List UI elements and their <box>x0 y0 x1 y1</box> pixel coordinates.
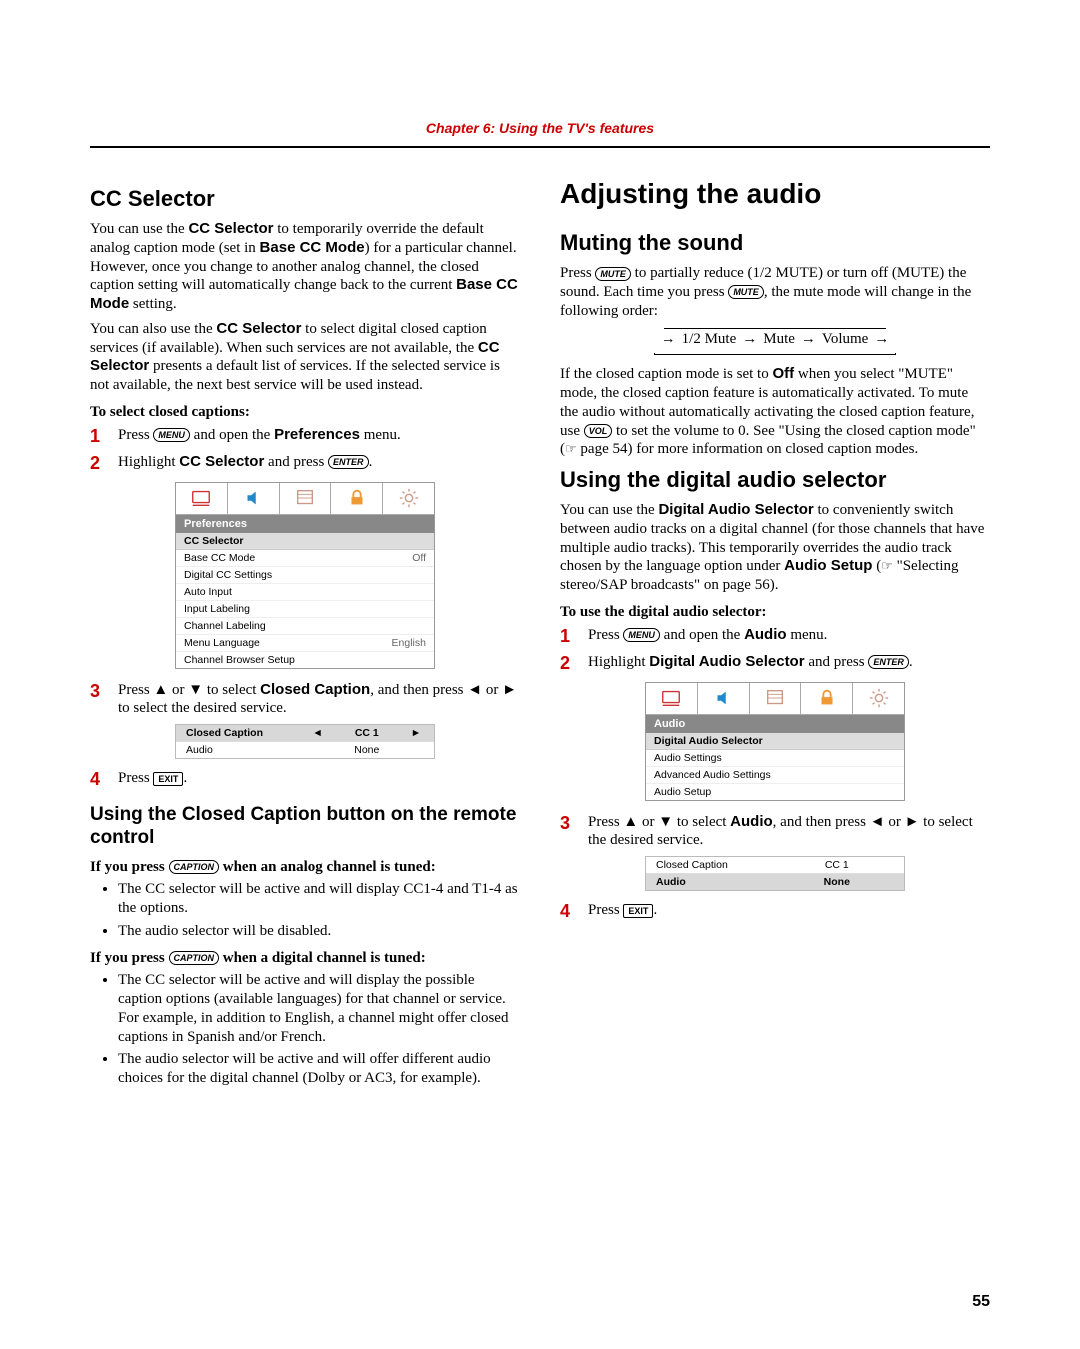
subhead-analog: If you press CAPTION when an analog chan… <box>90 858 520 877</box>
menu-selected-row: CC Selector <box>176 533 434 550</box>
menu-key-icon: MENU <box>153 428 190 442</box>
tab-audio-icon <box>228 483 280 515</box>
left-step-1: 1 Press MENU and open the Preferences me… <box>90 426 520 447</box>
mute-flow-diagram: → 1/2 Mute → Mute → Volume → <box>560 328 990 355</box>
flow-label: 1/2 Mute <box>682 331 737 348</box>
step-number: 4 <box>560 901 588 922</box>
mute-key-icon: MUTE <box>595 267 631 281</box>
tab-app-icon <box>280 483 332 515</box>
audio-strip-ui: Closed Caption CC 1 Audio None <box>645 856 905 891</box>
menu-row: Digital CC Settings <box>176 567 434 584</box>
left-step-2: 2 Highlight CC Selector and press ENTER. <box>90 453 520 474</box>
cc-selector-para1: You can use the CC Selector to temporari… <box>90 220 520 314</box>
menu-row: Channel Browser Setup <box>176 652 434 668</box>
step-number: 4 <box>90 769 118 790</box>
menu-row: Channel Labeling <box>176 618 434 635</box>
right-arrow-icon: ► <box>408 727 424 739</box>
caption-key-icon: CAPTION <box>169 951 220 965</box>
preferences-menu-ui: Preferences CC Selector Base CC ModeOff … <box>175 482 435 669</box>
strip-row: Audio None <box>176 742 434 758</box>
menu-tab-row <box>176 483 434 515</box>
analog-bullets: The CC selector will be active and will … <box>90 880 520 940</box>
exit-key-icon: EXIT <box>623 904 653 918</box>
pointer-icon: ☞ <box>565 441 577 456</box>
menu-heading: Preferences <box>176 515 434 533</box>
right-step-4: 4 Press EXIT. <box>560 901 990 922</box>
step-number: 2 <box>90 453 118 474</box>
pointer-icon: ☞ <box>881 558 893 573</box>
right-step-1: 1 Press MENU and open the Audio menu. <box>560 626 990 647</box>
menu-row: Base CC ModeOff <box>176 550 434 567</box>
heading-cc-selector: CC Selector <box>90 186 520 212</box>
left-arrow-icon: ◄ <box>310 727 326 739</box>
tab-lock-icon <box>801 683 853 715</box>
audio-menu-ui: Audio Digital Audio Selector Audio Setti… <box>645 682 905 801</box>
right-step-3: 3 Press ▲ or ▼ to select Audio, and then… <box>560 813 990 851</box>
menu-row: Menu LanguageEnglish <box>176 635 434 652</box>
step-number: 3 <box>560 813 588 851</box>
right-step-2: 2 Highlight Digital Audio Selector and p… <box>560 653 990 674</box>
digital-bullets: The CC selector will be active and will … <box>90 971 520 1088</box>
tab-setup-icon <box>383 483 434 515</box>
cc-strip-ui: Closed Caption ◄ CC 1 ► Audio None <box>175 724 435 759</box>
menu-row: Advanced Audio Settings <box>646 767 904 784</box>
menu-row: Input Labeling <box>176 601 434 618</box>
tab-audio-icon <box>698 683 750 715</box>
exit-key-icon: EXIT <box>153 772 183 786</box>
menu-tab-row <box>646 683 904 715</box>
list-item: The audio selector will be active and wi… <box>118 1050 520 1088</box>
flow-label: Mute <box>763 331 795 348</box>
menu-row: Audio Setup <box>646 784 904 800</box>
flow-arrow-icon: → <box>801 331 816 348</box>
mute-key-icon: MUTE <box>728 285 764 299</box>
subhead-digital: If you press CAPTION when a digital chan… <box>90 949 520 968</box>
menu-heading: Audio <box>646 715 904 733</box>
list-item: The CC selector will be active and will … <box>118 880 520 918</box>
step-number: 2 <box>560 653 588 674</box>
left-step-3: 3 Press ▲ or ▼ to select Closed Caption,… <box>90 681 520 719</box>
tab-picture-icon <box>176 483 228 515</box>
strip-row-selected: Audio None <box>646 874 904 890</box>
left-column: CC Selector You can use the CC Selector … <box>90 178 520 1094</box>
cc-selector-para2: You can also use the CC Selector to sele… <box>90 320 520 395</box>
heading-digital-audio-selector: Using the digital audio selector <box>560 467 990 493</box>
list-item: The audio selector will be disabled. <box>118 922 520 941</box>
tab-picture-icon <box>646 683 698 715</box>
muting-para1: Press MUTE to partially reduce (1/2 MUTE… <box>560 264 990 320</box>
subhead-use-digital: To use the digital audio selector: <box>560 603 990 622</box>
tab-app-icon <box>750 683 802 715</box>
menu-key-icon: MENU <box>623 628 660 642</box>
subhead-select-cc: To select closed captions: <box>90 403 520 422</box>
step-number: 1 <box>560 626 588 647</box>
caption-key-icon: CAPTION <box>169 860 220 874</box>
heading-muting: Muting the sound <box>560 230 990 256</box>
chapter-rule <box>90 146 990 148</box>
menu-row: Auto Input <box>176 584 434 601</box>
heading-cc-button: Using the Closed Caption button on the r… <box>90 804 520 850</box>
tab-setup-icon <box>853 683 904 715</box>
tab-lock-icon <box>331 483 383 515</box>
page-number: 55 <box>972 1293 990 1311</box>
step-number: 3 <box>90 681 118 719</box>
strip-row-selected: Closed Caption ◄ CC 1 ► <box>176 725 434 742</box>
right-column: Adjusting the audio Muting the sound Pre… <box>560 178 990 1094</box>
muting-para2: If the closed caption mode is set to Off… <box>560 365 990 459</box>
strip-row: Closed Caption CC 1 <box>646 857 904 874</box>
menu-row: Audio Settings <box>646 750 904 767</box>
flow-arrow-icon: → <box>742 331 757 348</box>
step-number: 1 <box>90 426 118 447</box>
enter-key-icon: ENTER <box>328 455 369 469</box>
list-item: The CC selector will be active and will … <box>118 971 520 1046</box>
chapter-title: Chapter 6: Using the TV's features <box>426 120 654 136</box>
vol-key-icon: VOL <box>584 424 613 438</box>
flow-label: Volume <box>822 331 868 348</box>
menu-selected-row: Digital Audio Selector <box>646 733 904 750</box>
left-step-4: 4 Press EXIT. <box>90 769 520 790</box>
heading-adjusting-audio: Adjusting the audio <box>560 178 990 210</box>
enter-key-icon: ENTER <box>868 655 909 669</box>
digital-audio-para: You can use the Digital Audio Selector t… <box>560 501 990 595</box>
